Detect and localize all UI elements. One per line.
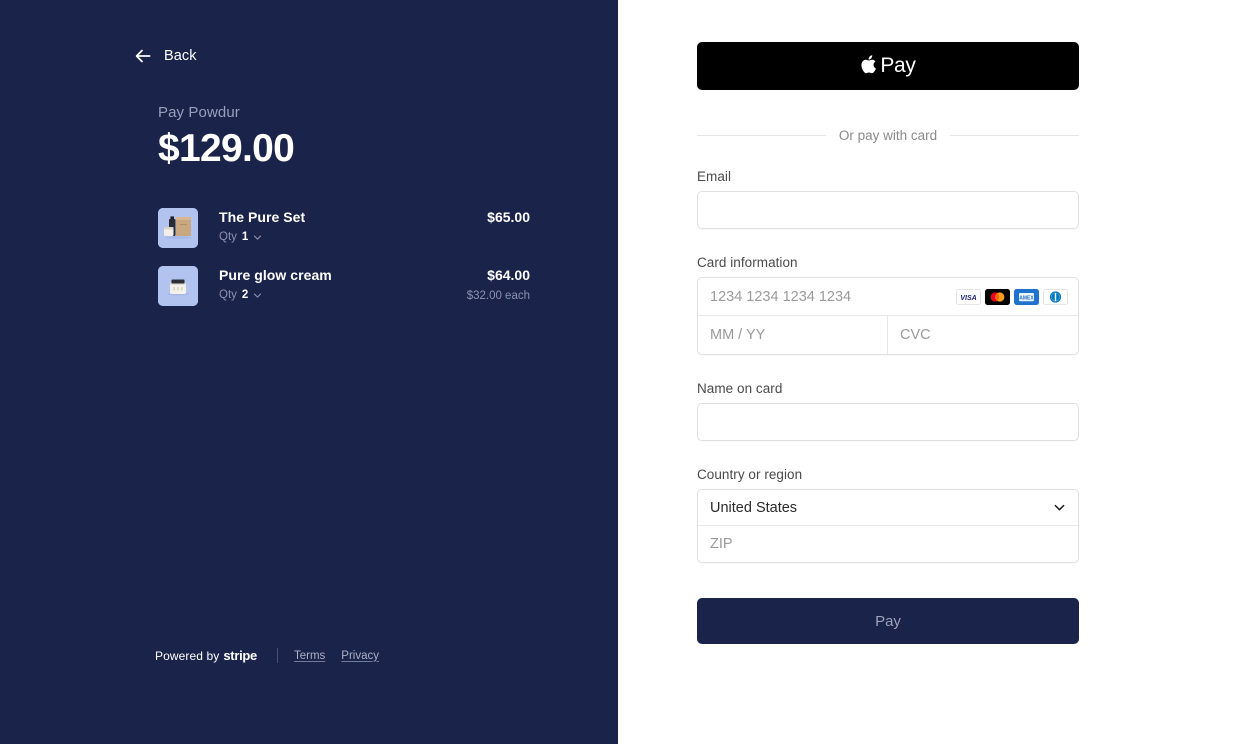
quantity-value: 2	[241, 289, 249, 301]
apple-pay-label: Pay	[880, 54, 916, 77]
card-information-label: Card information	[697, 255, 798, 270]
line-item-price: $64.00	[487, 267, 530, 283]
payment-form: Pay Or pay with card Email Card informat…	[697, 42, 1080, 644]
mastercard-icon	[985, 288, 1010, 305]
card-number-input[interactable]	[710, 288, 956, 305]
name-on-card-input-wrapper[interactable]	[697, 403, 1079, 441]
footer-divider	[276, 648, 278, 663]
payment-form-panel: Pay Or pay with card Email Card informat…	[618, 0, 1238, 744]
back-button[interactable]: Back	[134, 47, 197, 65]
country-select[interactable]: United States	[698, 490, 1078, 526]
accepted-card-brands: VISA AMEX	[956, 288, 1068, 305]
svg-text:VISA: VISA	[960, 295, 976, 302]
divider-label: Or pay with card	[838, 128, 938, 143]
country-region-group: Country or region United States	[697, 467, 1079, 563]
divider-line-left	[697, 135, 826, 136]
line-item-unit-price: $32.00 each	[466, 290, 530, 302]
stripe-wordmark: stripe	[223, 648, 257, 663]
card-information-composite: VISA AMEX	[697, 277, 1079, 355]
quantity-label: Qty	[219, 289, 237, 301]
line-item-details: The Pure Set Qty 1	[198, 208, 487, 245]
or-pay-with-card-divider: Or pay with card	[697, 128, 1080, 143]
card-expiry-input[interactable]	[710, 327, 875, 343]
checkout-page: Back Pay Powdur $129.00 The Pure Set Qty…	[0, 0, 1238, 744]
country-region-label: Country or region	[697, 467, 803, 482]
chevron-down-icon	[254, 293, 262, 298]
line-item-name: The Pure Set	[219, 209, 306, 225]
product-box-bottle-jar-thumbnail	[158, 208, 198, 248]
line-item-name: Pure glow cream	[219, 267, 332, 283]
card-cvc-input[interactable]	[900, 327, 1066, 343]
expiry-cell[interactable]	[698, 316, 888, 354]
visa-icon: VISA	[956, 288, 981, 305]
zip-input[interactable]	[710, 536, 1066, 552]
cvc-cell[interactable]	[888, 316, 1078, 354]
line-item-details: Pure glow cream Qty 2	[198, 266, 467, 303]
name-on-card-group: Name on card	[697, 381, 1079, 441]
line-item-price: $65.00	[487, 209, 530, 225]
total-amount: $129.00	[158, 127, 295, 170]
product-thumbnail	[158, 266, 198, 306]
footer: Powered by stripe Terms Privacy	[155, 648, 379, 663]
powered-by-label: Powered by	[155, 649, 220, 663]
card-information-group: Card information VISA	[697, 255, 1079, 355]
line-items-list: The Pure Set Qty 1 $65.00 Pure glow crea…	[158, 206, 530, 322]
email-field-group: Email	[697, 169, 1079, 229]
apple-logo-icon	[861, 54, 877, 73]
country-selected-value: United States	[710, 499, 798, 516]
quantity-label: Qty	[219, 231, 237, 243]
line-item-pricing: $65.00	[487, 208, 530, 225]
email-input-wrapper[interactable]	[697, 191, 1079, 229]
merchant-name: Pay Powdur	[158, 104, 240, 121]
list-item: The Pure Set Qty 1 $65.00	[158, 206, 530, 264]
card-number-row[interactable]: VISA AMEX	[698, 278, 1078, 316]
product-thumbnail	[158, 208, 198, 248]
diners-club-icon	[1043, 288, 1068, 305]
terms-link[interactable]: Terms	[294, 650, 325, 662]
product-cream-jar-thumbnail	[158, 266, 198, 306]
list-item: Pure glow cream Qty 2 $64.00 $32.00 each	[158, 264, 530, 322]
back-label: Back	[164, 48, 197, 64]
order-summary-panel: Back Pay Powdur $129.00 The Pure Set Qty…	[0, 0, 618, 744]
chevron-down-icon	[1054, 504, 1065, 511]
svg-text:AMEX: AMEX	[1019, 295, 1034, 301]
expiry-cvc-row	[698, 316, 1078, 354]
amex-icon: AMEX	[1014, 288, 1039, 305]
privacy-link[interactable]: Privacy	[341, 650, 379, 662]
name-on-card-label: Name on card	[697, 381, 783, 396]
apple-pay-button[interactable]: Pay	[697, 42, 1079, 90]
powered-by-stripe: Powered by stripe	[155, 648, 257, 663]
chevron-down-icon	[254, 235, 262, 240]
merchant-total-block: Pay Powdur $129.00	[158, 104, 295, 170]
pay-button[interactable]: Pay	[697, 598, 1079, 644]
country-zip-composite: United States	[697, 489, 1079, 563]
arrow-left-icon	[135, 49, 151, 63]
quantity-value: 1	[241, 231, 249, 243]
name-on-card-input[interactable]	[710, 414, 1066, 430]
divider-line-right	[950, 135, 1080, 136]
email-input[interactable]	[710, 202, 1066, 218]
quantity-selector[interactable]: Qty 1	[219, 231, 262, 243]
line-item-pricing: $64.00 $32.00 each	[467, 266, 530, 302]
quantity-selector[interactable]: Qty 2	[219, 289, 262, 301]
footer-links: Terms Privacy	[294, 650, 379, 662]
zip-row[interactable]	[698, 526, 1078, 562]
email-label: Email	[697, 169, 732, 184]
